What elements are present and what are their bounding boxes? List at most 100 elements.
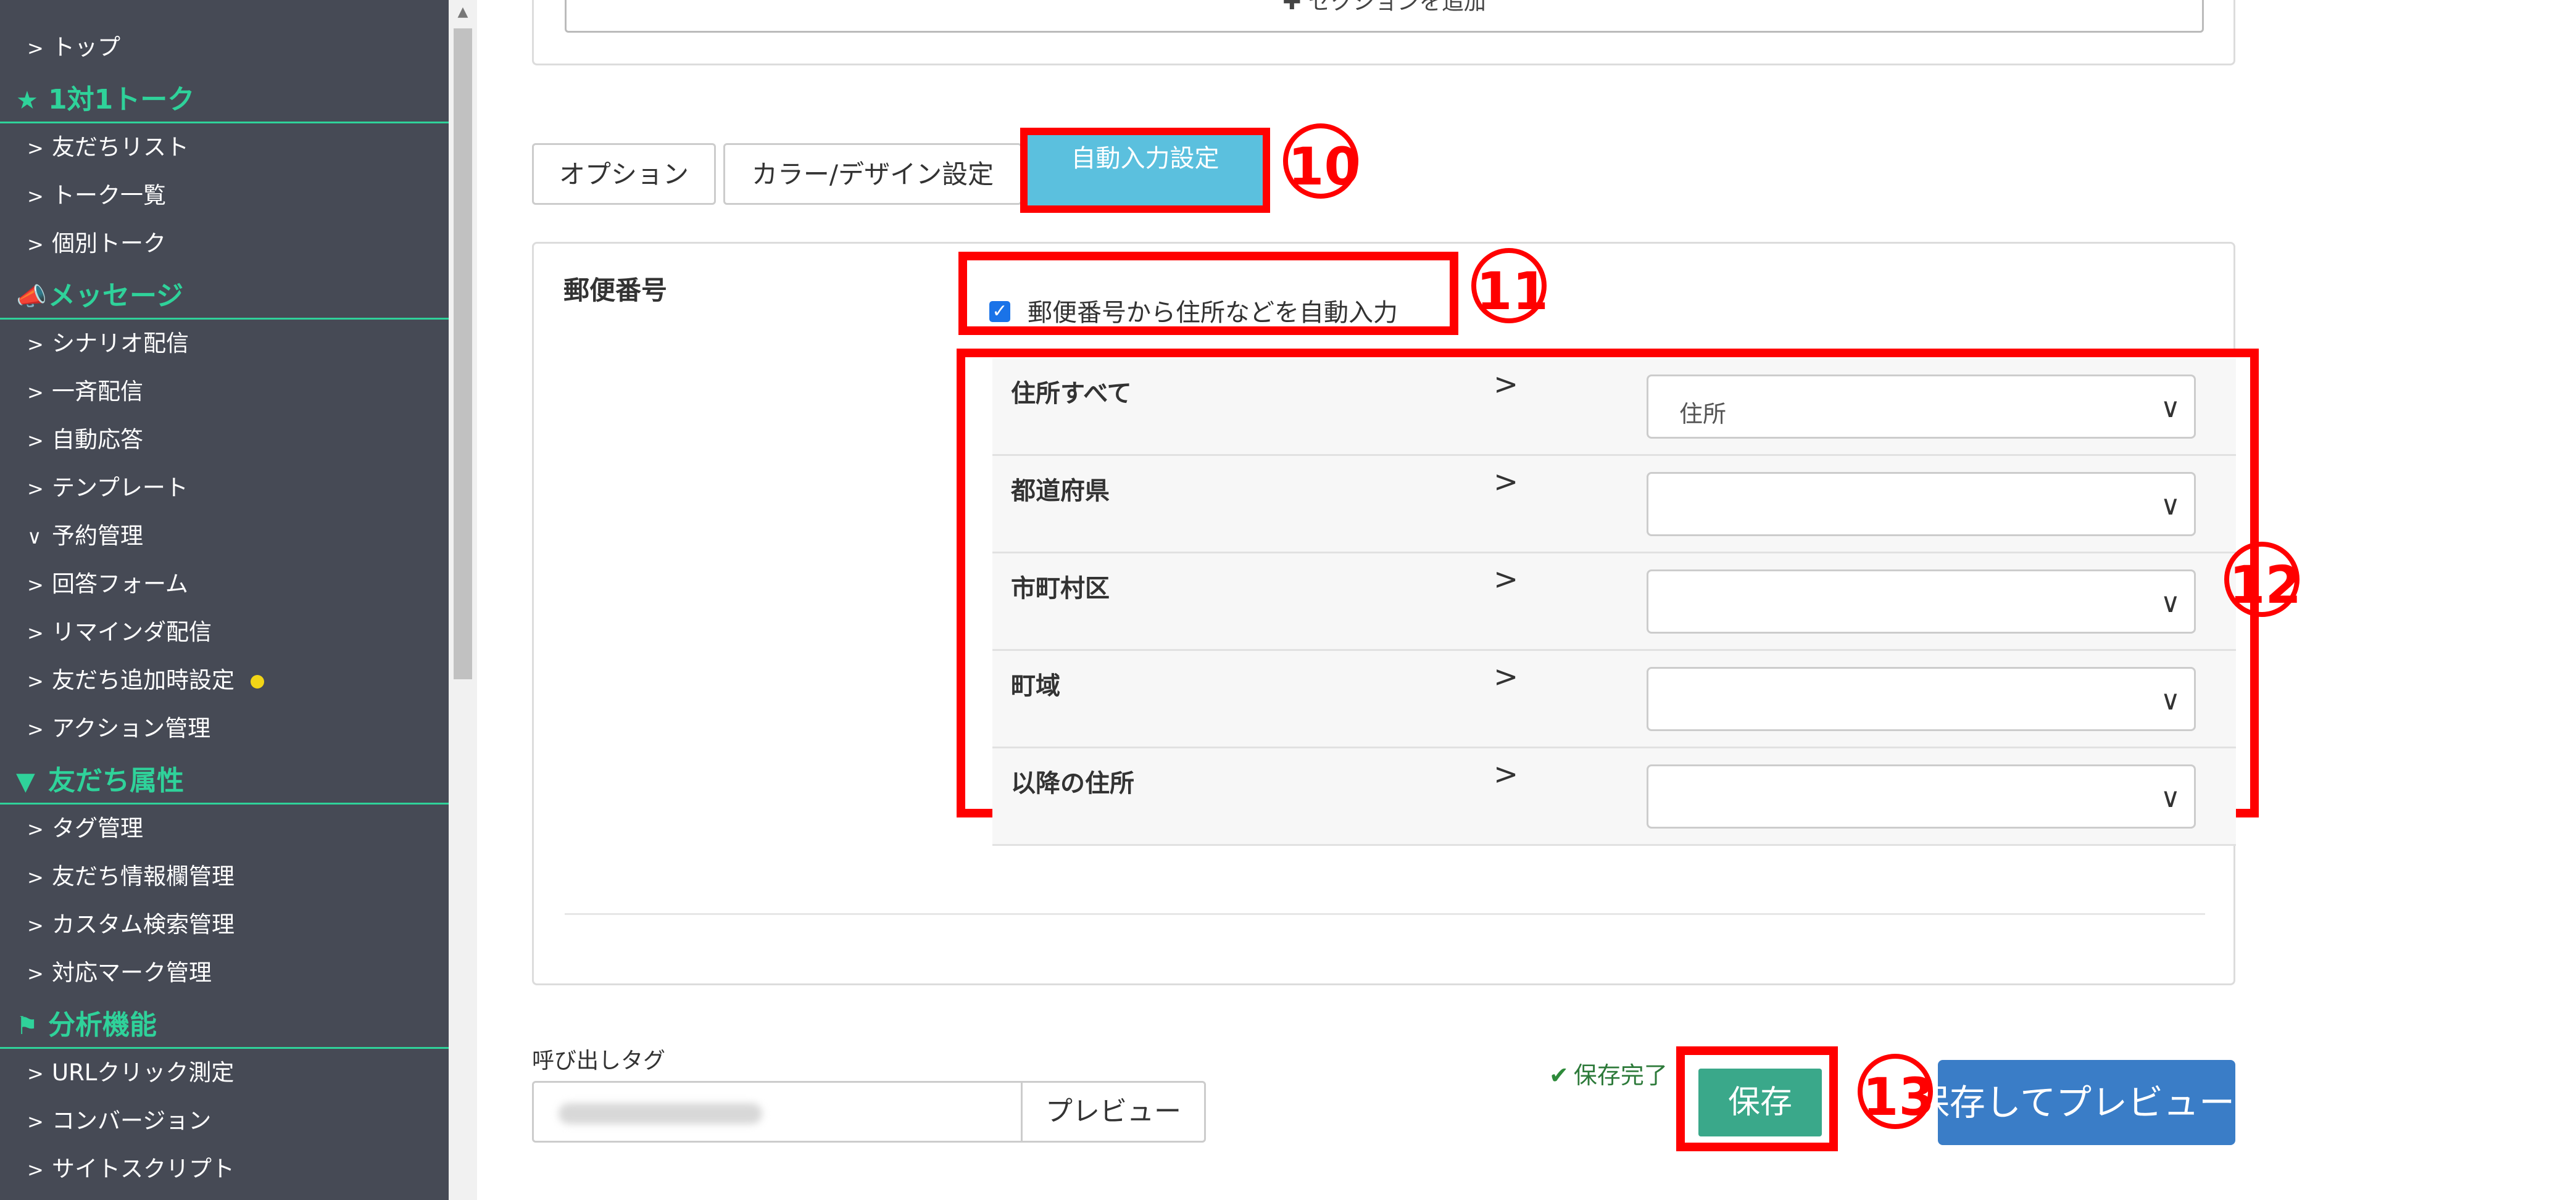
chevron-right-icon: > — [27, 914, 44, 937]
sidebar-item-21[interactable]: > URLクリック測定 — [27, 1051, 234, 1094]
save-button[interactable]: 保存 — [1698, 1069, 1822, 1136]
address-field-label: 以降の住所 — [1011, 769, 1134, 798]
sidebar-item-9[interactable]: > テンプレート — [27, 466, 188, 510]
chevron-right-icon: > — [1494, 660, 1519, 694]
sidebar-item-7[interactable]: > 一斉配信 — [27, 370, 143, 413]
sidebar-item-14[interactable]: > アクション管理 — [27, 707, 210, 750]
chevron-right-icon: > — [27, 333, 44, 356]
sidebar-item-17[interactable]: > 友だち情報欄管理 — [27, 855, 235, 898]
sidebar-item-2[interactable]: > 友だちリスト — [27, 126, 189, 169]
sidebar-item-label: トーク一覧 — [52, 182, 166, 209]
auto-input-settings-card: 郵便番号 ✓ 郵便番号から住所などを自動入力 住所すべて > 住所 ∨ 都道府県 > ∨ 市町… — [532, 242, 2259, 985]
save-and-preview-label: 保存してプレビュー — [1938, 1082, 2235, 1123]
sidebar-item-label: サイトスクリプト — [52, 1156, 235, 1182]
sidebar: > トップ ★ 1対1トーク > 友だちリスト > トーク一覧 > 個別トーク 📣メッセージ > シナリ… — [0, 0, 449, 1200]
chevron-down-icon: ∨ — [2160, 490, 2180, 521]
sidebar-item-label: コンバージョン — [52, 1107, 212, 1134]
chevron-right-icon: > — [27, 233, 44, 256]
chevron-right-icon: > — [1494, 367, 1519, 402]
sidebar-scrollbar[interactable]: ▲ — [449, 0, 477, 1200]
chevron-right-icon: > — [27, 962, 44, 985]
tab-options[interactable]: オプション — [532, 143, 716, 205]
sidebar-item-8[interactable]: > 自動応答 — [27, 418, 143, 461]
sidebar-section-label: 友だち属性 — [48, 765, 184, 797]
chevron-down-icon: ∨ — [2160, 685, 2180, 716]
chevron-right-icon: > — [27, 1110, 44, 1133]
sidebar-item-22[interactable]: > コンバージョン — [27, 1099, 211, 1143]
sidebar-item-19[interactable]: > 対応マーク管理 — [27, 951, 212, 995]
call-tag-redacted-value — [559, 1103, 762, 1124]
chevron-right-icon: > — [1494, 757, 1519, 792]
sidebar-section-5: 📣メッセージ — [0, 273, 449, 320]
sidebar-section-label: メッセージ — [48, 280, 184, 312]
sidebar-item-4[interactable]: > 個別トーク — [27, 222, 166, 265]
sections-card: ✚ セクションを追加 — [532, 0, 2235, 65]
address-field-label: 町域 — [1011, 672, 1060, 700]
address-mapping-row: 以降の住所 > ∨ — [992, 748, 2236, 846]
sidebar-item-label: 友だち追加時設定 — [52, 667, 235, 693]
chevron-right-icon: > — [27, 669, 44, 693]
notification-dot — [251, 674, 264, 689]
annotation-11: 11 — [1463, 248, 1555, 341]
scroll-up-icon[interactable]: ▲ — [449, 0, 477, 25]
address-field-select[interactable]: ∨ — [1647, 569, 2196, 634]
sidebar-item-0[interactable]: > トップ — [27, 26, 120, 69]
sidebar-item-13[interactable]: > 友だち追加時設定 — [27, 659, 264, 702]
call-tag-input[interactable] — [532, 1081, 1023, 1143]
sidebar-item-label: リマインダ配信 — [52, 619, 212, 645]
chevron-right-icon: > — [1494, 465, 1519, 499]
chevron-down-icon: ∨ — [27, 525, 42, 548]
filter-icon: ▼ — [16, 768, 35, 796]
sidebar-item-16[interactable]: > タグ管理 — [27, 807, 143, 850]
sidebar-item-23[interactable]: > サイトスクリプト — [27, 1148, 235, 1191]
chevron-right-icon: > — [27, 718, 44, 741]
save-status: ✔ 保存完了 — [1549, 1056, 1668, 1090]
chevron-right-icon: > — [27, 429, 44, 452]
sidebar-item-label: カスタム検索管理 — [52, 911, 235, 938]
flag-icon: ⚑ — [16, 1012, 38, 1040]
scrollbar-thumb[interactable] — [454, 28, 472, 679]
save-and-preview-button[interactable]: 保存してプレビュー — [1938, 1060, 2235, 1145]
address-field-select[interactable]: 住所 ∨ — [1647, 374, 2196, 439]
preview-button[interactable]: プレビュー — [1021, 1081, 1206, 1143]
chevron-right-icon: > — [27, 866, 44, 889]
sidebar-item-label: タグ管理 — [52, 815, 143, 842]
save-status-text: 保存完了 — [1573, 1062, 1668, 1089]
sidebar-section-label: 1対1トーク — [48, 84, 195, 115]
annotation-12: 12 — [2216, 542, 2308, 634]
sidebar-item-12[interactable]: > リマインダ配信 — [27, 611, 212, 654]
megaphone-icon: 📣 — [16, 283, 47, 311]
sidebar-item-label: アクション管理 — [52, 715, 211, 742]
address-field-select[interactable]: ∨ — [1647, 764, 2196, 829]
chevron-right-icon: > — [27, 817, 44, 841]
sidebar-item-6[interactable]: > シナリオ配信 — [27, 322, 189, 365]
sidebar-item-3[interactable]: > トーク一覧 — [27, 174, 166, 217]
sidebar-section-20: ⚑ 分析機能 — [0, 1002, 449, 1049]
sidebar-item-label: 友だち情報欄管理 — [52, 863, 235, 890]
annotation-10: 10 — [1274, 123, 1367, 216]
select-value: 住所 — [1679, 400, 1727, 428]
address-field-select[interactable]: ∨ — [1647, 472, 2196, 536]
address-mapping-row: 都道府県 > ∨ — [992, 456, 2236, 553]
sidebar-item-label: テンプレート — [52, 474, 188, 501]
sidebar-section-15: ▼ 友だち属性 — [0, 758, 449, 805]
tab-color-design[interactable]: カラー/デザイン設定 — [723, 143, 1022, 205]
sidebar-item-10[interactable]: ∨ 予約管理 — [27, 515, 143, 558]
call-tag-label: 呼び出しタグ — [532, 1048, 666, 1074]
star-icon: ★ — [16, 86, 38, 115]
zip-code-label: 郵便番号 — [563, 275, 668, 305]
sidebar-item-label: 回答フォーム — [52, 571, 188, 597]
auto-input-checkbox[interactable]: ✓ — [989, 301, 1010, 322]
auto-input-checkbox-label[interactable]: 郵便番号から住所などを自動入力 — [1028, 292, 1398, 328]
sidebar-item-label: 一斉配信 — [52, 378, 143, 405]
add-section-button[interactable]: ✚ セクションを追加 — [565, 0, 2204, 33]
tab-auto-input[interactable]: 自動入力設定 — [1020, 128, 1270, 213]
address-mapping-row: 市町村区 > ∨ — [992, 553, 2236, 651]
sidebar-item-18[interactable]: > カスタム検索管理 — [27, 903, 235, 946]
address-field-select[interactable]: ∨ — [1647, 667, 2196, 731]
sidebar-item-label: 友だちリスト — [52, 134, 189, 160]
annotation-13: 13 — [1849, 1054, 1942, 1146]
chevron-down-icon: ∨ — [2160, 587, 2180, 619]
sidebar-item-11[interactable]: > 回答フォーム — [27, 563, 188, 606]
sidebar-item-label: 自動応答 — [52, 426, 143, 453]
